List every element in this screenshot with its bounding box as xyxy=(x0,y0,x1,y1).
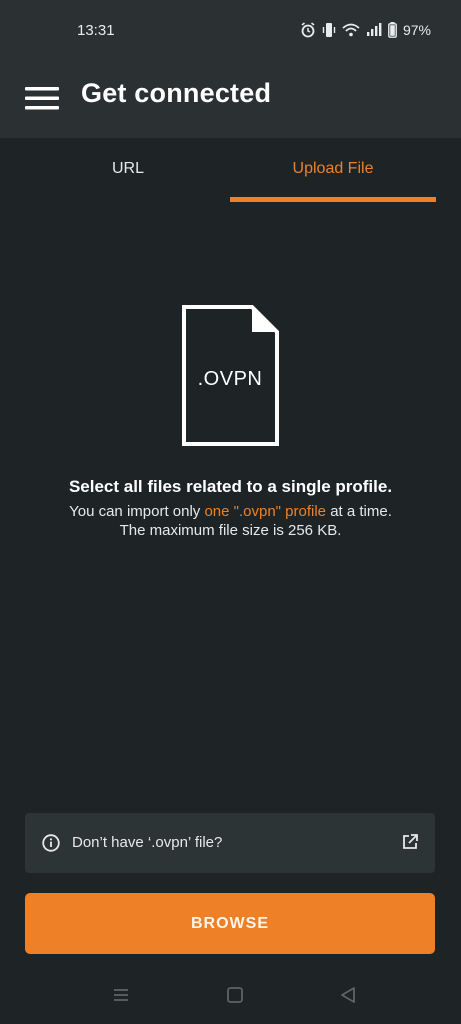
app-bar: Get connected xyxy=(0,60,461,138)
line1-text-after: at a time. xyxy=(326,503,392,520)
instructions-line-2: The maximum file size is 256 KB. xyxy=(119,522,342,539)
back-icon[interactable] xyxy=(339,986,357,1009)
status-bar: 13:31 97% xyxy=(0,0,461,60)
recents-icon[interactable] xyxy=(112,986,130,1009)
home-icon[interactable] xyxy=(226,986,244,1009)
no-ovpn-file-help-card[interactable]: Don’t have ‘.ovpn’ file? xyxy=(25,813,435,873)
profile-limit-highlight: one ".ovpn" profile xyxy=(204,503,327,520)
instructions-description: You can import only one ".ovpn" profile … xyxy=(0,502,461,540)
status-icons: 97% xyxy=(300,20,431,40)
tab-upload-file[interactable]: Upload File xyxy=(230,138,436,200)
help-card-label: Don’t have ‘.ovpn’ file? xyxy=(72,834,223,851)
tab-selected-indicator xyxy=(230,197,436,202)
alarm-icon xyxy=(300,22,316,38)
signal-icon xyxy=(366,23,382,37)
status-time: 13:31 xyxy=(77,22,115,39)
file-extension-label: .OVPN xyxy=(197,368,263,390)
page-title: Get connected xyxy=(81,78,272,108)
instructions-headline: Select all files related to a single pro… xyxy=(68,477,393,496)
wifi-icon xyxy=(342,23,360,37)
instructions-line-1: You can import only one ".ovpn" profile … xyxy=(0,502,461,521)
line1-text-before: You can import only xyxy=(69,503,205,520)
info-icon xyxy=(42,834,60,857)
vibrate-icon xyxy=(322,22,336,38)
external-link-icon[interactable] xyxy=(401,833,419,856)
tab-bar: URL Upload File xyxy=(0,138,461,204)
system-nav-bar xyxy=(0,968,461,1024)
hamburger-menu-icon[interactable] xyxy=(22,80,62,116)
battery-percent: 97% xyxy=(402,22,431,38)
screen: 13:31 97% Get connected URL Upload File … xyxy=(0,0,461,1024)
ovpn-file-icon: .OVPN xyxy=(180,304,280,447)
tab-url[interactable]: URL xyxy=(25,138,231,200)
battery-icon xyxy=(388,22,397,38)
browse-button[interactable]: BROWSE xyxy=(25,893,435,954)
